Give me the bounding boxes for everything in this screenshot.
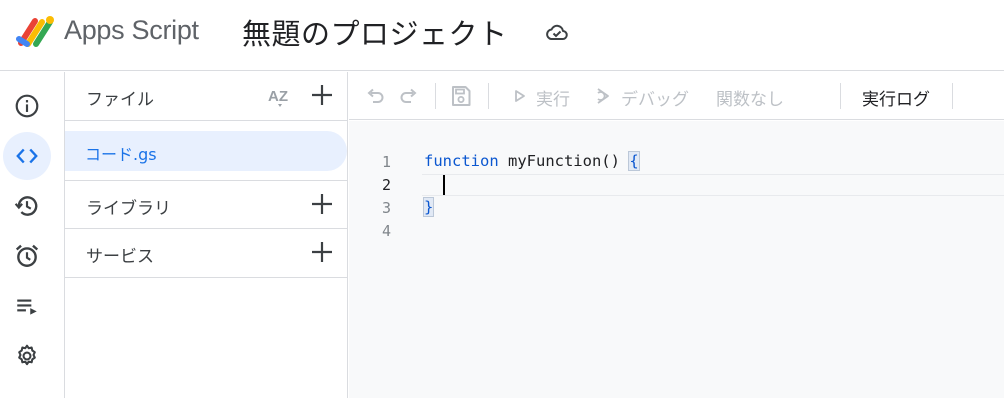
alarm-icon <box>15 244 39 267</box>
code-editor[interactable]: 1 2 3 4 function myFunction() { } <box>349 121 1004 398</box>
toolbar-divider <box>435 83 436 109</box>
line-number: 2 <box>381 176 391 194</box>
info-icon <box>15 94 39 118</box>
execution-log-button[interactable]: 実行ログ <box>862 85 930 110</box>
code-keyword: function <box>424 152 499 170</box>
libraries-section: ライブラリ <box>65 180 347 229</box>
gear-icon <box>18 344 36 366</box>
line-number-gutter: 1 2 3 4 <box>349 121 409 398</box>
toolbar-divider <box>840 83 841 109</box>
svg-text:AZ: AZ <box>268 88 288 105</box>
history-icon <box>14 196 38 216</box>
toolbar-divider <box>488 83 489 109</box>
services-section: サービス <box>65 229 347 278</box>
line-number: 4 <box>381 222 391 240</box>
rail-item-executions[interactable] <box>3 182 51 230</box>
editor-toolbar: 実行 デバッグ 関数なし 実行ログ <box>349 72 1004 120</box>
code-text: myFunction() <box>498 152 630 170</box>
app-name[interactable]: Apps Script <box>64 15 199 46</box>
run-icon <box>515 90 525 102</box>
rail-item-editor[interactable] <box>3 132 51 180</box>
rail-item-overview[interactable] <box>3 82 51 130</box>
debug-icon <box>597 88 609 104</box>
save-icon[interactable] <box>449 84 473 108</box>
code-line-1: function myFunction() { <box>424 151 640 171</box>
code-line-3: } <box>422 197 435 217</box>
file-item-code-gs[interactable]: コード.gs <box>65 131 347 171</box>
redo-icon[interactable] <box>397 84 421 108</box>
navigation-rail <box>0 72 65 398</box>
undo-icon[interactable] <box>363 84 387 108</box>
toolbar-divider <box>952 83 953 109</box>
file-name: コード.gs <box>85 145 157 164</box>
rail-item-triggers[interactable] <box>3 232 51 280</box>
text-cursor <box>443 175 445 195</box>
top-app-bar: Apps Script 無題のプロジェクト <box>0 0 1004 71</box>
line-number: 1 <box>381 153 391 171</box>
services-label: サービス <box>86 247 154 267</box>
cloud-done-icon <box>546 24 568 40</box>
code-brace-open: { <box>628 151 640 171</box>
run-button[interactable]: 実行 <box>536 85 570 110</box>
add-file-icon[interactable] <box>309 82 335 108</box>
playlist-icon <box>17 299 37 315</box>
function-select[interactable]: 関数なし <box>716 85 784 110</box>
line-number: 3 <box>381 199 391 217</box>
files-panel: ファイル AZ コード.gs ライブラリ サービス <box>65 72 348 398</box>
rail-item-run[interactable] <box>3 282 51 330</box>
code-icon <box>16 148 38 164</box>
add-service-icon[interactable] <box>309 239 335 265</box>
files-header: ファイル AZ <box>65 72 347 121</box>
files-header-label: ファイル <box>86 90 154 110</box>
apps-script-logo-icon[interactable] <box>15 13 55 49</box>
code-brace-close: } <box>422 197 435 217</box>
debug-button[interactable]: デバッグ <box>621 85 689 110</box>
libraries-label: ライブラリ <box>86 199 171 219</box>
az-sort-icon[interactable]: AZ <box>267 83 295 111</box>
project-title[interactable]: 無題のプロジェクト <box>242 11 508 53</box>
add-library-icon[interactable] <box>309 191 335 217</box>
rail-item-settings[interactable] <box>3 332 51 380</box>
current-line-highlight <box>422 174 1004 196</box>
